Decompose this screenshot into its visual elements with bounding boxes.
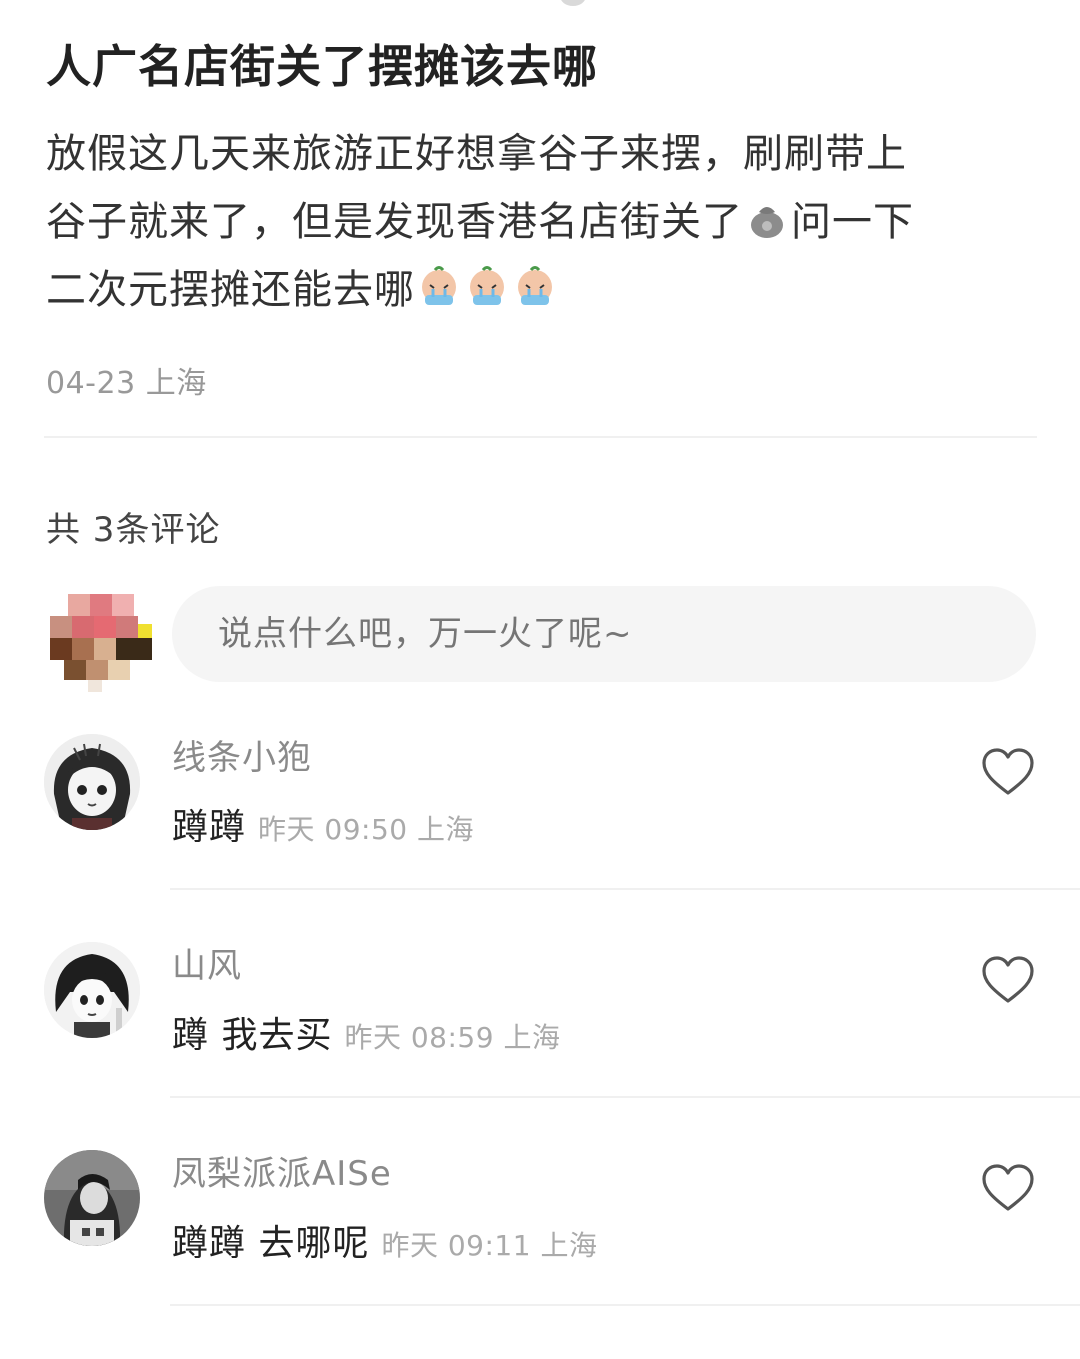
heart-outline-icon: [982, 956, 1034, 1003]
comment-username[interactable]: 线条小狍: [172, 730, 312, 779]
comment-divider: [170, 1096, 1080, 1098]
comment-item: 线条小狍 蹲蹲 昨天 09:50 上海: [44, 730, 1080, 930]
crying-face-emoji: [465, 265, 509, 309]
like-button[interactable]: [980, 954, 1036, 1006]
comment-item: 凤梨派派AISe 蹲蹲 去哪呢 昨天 09:11 上海: [44, 1146, 1080, 1346]
comment-username[interactable]: 凤梨派派AISe: [172, 1146, 392, 1195]
post-meta: 04-23 上海: [46, 366, 207, 401]
post-text: 问一下: [791, 199, 914, 245]
avatar[interactable]: [44, 734, 140, 830]
comment-input[interactable]: [172, 586, 1036, 682]
like-button[interactable]: [980, 1162, 1036, 1214]
post-title: 人广名店街关了摆摊该去哪: [46, 40, 599, 93]
like-button[interactable]: [980, 746, 1036, 798]
comment-time: 昨天 09:50 上海: [258, 813, 475, 846]
avatar[interactable]: [44, 942, 140, 1038]
avatar[interactable]: [44, 1150, 140, 1246]
post-body: 放假这几天来旅游正好想拿谷子来摆，刷刷带上 谷子就来了，但是发现香港名店街关了 …: [46, 120, 1036, 324]
comment-divider: [170, 888, 1080, 890]
comment-divider: [170, 1304, 1080, 1306]
crying-face-emoji: [417, 265, 461, 309]
heart-outline-icon: [982, 1164, 1034, 1211]
comment-composer: [50, 586, 1040, 692]
comment-content: 蹲蹲 昨天 09:50 上海: [172, 798, 474, 850]
comment-text: 蹲蹲 去哪呢: [172, 1223, 370, 1264]
post-body-line: 二次元摆摊还能去哪: [46, 256, 1036, 324]
comment-item: 山风 蹲 我去买 昨天 08:59 上海: [44, 938, 1080, 1138]
comment-content: 蹲 我去买 昨天 08:59 上海: [172, 1006, 560, 1058]
post-body-line: 谷子就来了，但是发现香港名店街关了 问一下: [46, 188, 1036, 256]
crying-face-emoji: [513, 265, 557, 309]
divider: [44, 436, 1037, 438]
comment-username[interactable]: 山风: [172, 938, 242, 987]
my-avatar[interactable]: [50, 594, 154, 698]
comment-time: 昨天 09:11 上海: [381, 1229, 598, 1262]
comment-text: 蹲蹲: [172, 807, 247, 848]
comment-time: 昨天 08:59 上海: [344, 1021, 561, 1054]
post-text: 放假这几天来旅游正好想拿谷子来摆，刷刷带上: [46, 131, 907, 177]
post-body-line: 放假这几天来旅游正好想拿谷子来摆，刷刷带上: [46, 120, 1036, 188]
post-text: 谷子就来了，但是发现香港名店街关了: [46, 199, 743, 245]
top-indicator: [560, 0, 586, 6]
heart-outline-icon: [982, 748, 1034, 795]
comment-content: 蹲蹲 去哪呢 昨天 09:11 上海: [172, 1214, 597, 1266]
comment-text: 蹲 我去买: [172, 1015, 333, 1056]
post: 人广名店街关了摆摊该去哪 放假这几天来旅游正好想拿谷子来摆，刷刷带上 谷子就来了…: [46, 36, 1036, 402]
post-text: 二次元摆摊还能去哪: [46, 267, 415, 313]
comment-count: 共 3条评论: [46, 510, 221, 550]
money-bag-emoji: [745, 197, 789, 241]
